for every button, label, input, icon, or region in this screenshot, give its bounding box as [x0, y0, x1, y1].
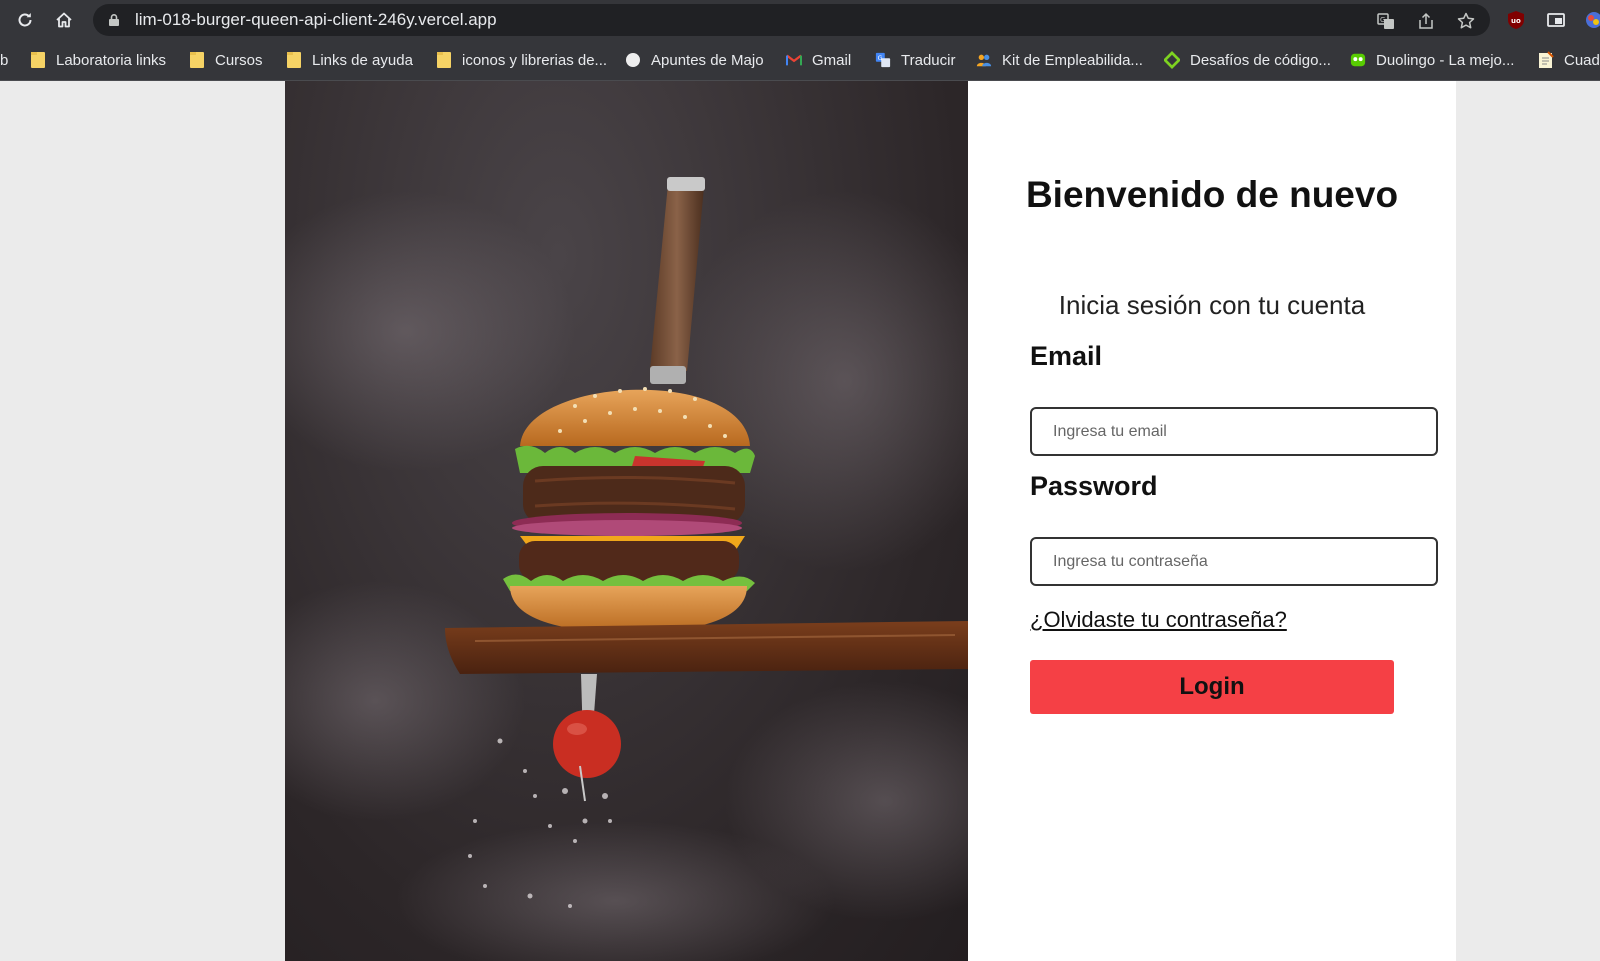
browser-toolbar: lim-018-burger-queen-api-client-246y.ver… [0, 0, 1600, 40]
bookmark-label: Kit de Empleabilida... [1002, 51, 1143, 69]
extension-icon[interactable] [1582, 8, 1600, 32]
bookmark-item[interactable]: Desafíos de código... [1164, 49, 1331, 71]
bookmark-label: Traducir [901, 51, 956, 69]
folder-icon [30, 52, 46, 68]
bookmark-item[interactable]: Apuntes de Majo [625, 49, 764, 71]
bookmark-folder[interactable]: iconos y librerias de... [436, 49, 607, 71]
bookmark-item[interactable]: Gmail [786, 49, 851, 71]
login-button[interactable]: Login [1030, 660, 1394, 714]
folder-icon [286, 52, 302, 68]
translate-icon[interactable]: G [1375, 10, 1397, 32]
burger-illustration [285, 177, 968, 961]
bookmark-label: Desafíos de código... [1190, 51, 1331, 69]
diamond-icon [1164, 51, 1180, 69]
email-label: Email [1030, 341, 1103, 371]
bookmarks-bar: b Laboratoria links Cursos Links de ayud… [0, 40, 1600, 81]
bookmark-item[interactable]: Cuad [1538, 49, 1600, 71]
bookmark-item[interactable]: Kit de Empleabilida... [976, 49, 1143, 71]
url-text[interactable]: lim-018-burger-queen-api-client-246y.ver… [135, 10, 497, 30]
password-field[interactable] [1030, 537, 1438, 586]
bookmark-label: Links de ayuda [312, 51, 413, 69]
lock-icon [109, 14, 119, 26]
translate-icon: G [875, 52, 891, 68]
folder-icon [436, 52, 452, 68]
circle-icon [625, 52, 641, 68]
forgot-password-link[interactable]: ¿Olvidaste tu contraseña? [1030, 607, 1287, 633]
bookmark-label: Gmail [812, 51, 852, 69]
bookmark-label: iconos y librerias de... [462, 51, 608, 69]
people-icon [976, 52, 992, 68]
svg-text:uo: uo [1511, 17, 1521, 25]
svg-text:G: G [1380, 16, 1385, 24]
reload-icon[interactable] [11, 6, 39, 34]
home-icon[interactable] [50, 6, 78, 34]
page-title: Bienvenido de nuevo [1025, 174, 1399, 215]
bookmark-item[interactable]: b [0, 49, 8, 71]
password-label: Password [1030, 471, 1158, 501]
page-viewport: Bienvenido de nuevo Inicia sesión con tu… [0, 81, 1600, 961]
ublock-icon[interactable]: uo [1504, 8, 1528, 32]
bookmark-star-icon[interactable] [1455, 10, 1477, 32]
page-subtitle: Inicia sesión con tu cuenta [1058, 290, 1366, 320]
window-icon[interactable] [1544, 8, 1568, 32]
bookmark-label: Cursos [215, 51, 263, 69]
notepad-icon [1538, 51, 1554, 68]
svg-text:G: G [878, 55, 883, 62]
bookmark-item[interactable]: Duolingo - La mejo... [1350, 49, 1514, 71]
bookmark-folder[interactable]: Cursos [189, 49, 263, 71]
bookmark-label: Laboratoria links [56, 51, 167, 69]
login-panel: Bienvenido de nuevo Inicia sesión con tu… [968, 81, 1456, 961]
duolingo-icon [1350, 52, 1366, 68]
share-icon[interactable] [1415, 10, 1437, 32]
gmail-icon [786, 52, 802, 68]
burger-hero-image [285, 81, 968, 961]
bookmark-label: Apuntes de Majo [651, 51, 764, 69]
bookmark-label: b [0, 51, 9, 69]
address-bar[interactable]: lim-018-burger-queen-api-client-246y.ver… [93, 4, 1490, 36]
folder-icon [189, 52, 205, 68]
bookmark-folder[interactable]: Laboratoria links [30, 49, 166, 71]
bookmark-label: Duolingo - La mejo... [1376, 51, 1515, 69]
bookmark-label: Cuad [1564, 51, 1600, 69]
bookmark-item[interactable]: G Traducir [875, 49, 955, 71]
email-field[interactable] [1030, 407, 1438, 456]
bookmark-folder[interactable]: Links de ayuda [286, 49, 413, 71]
